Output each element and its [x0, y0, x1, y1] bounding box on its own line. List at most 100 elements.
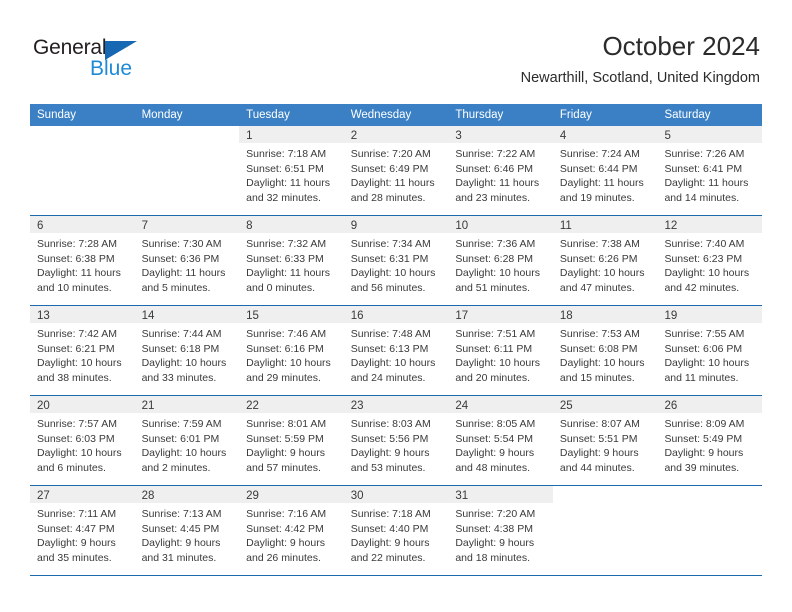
- date-number: 28: [141, 490, 155, 502]
- date-number: 10: [455, 220, 469, 232]
- day-cell[interactable]: 28 Sunrise: 7:13 AM Sunset: 4:45 PM Dayl…: [134, 486, 240, 575]
- daylight-line-1: Daylight: 10 hours: [664, 267, 750, 280]
- day-cell[interactable]: 7 Sunrise: 7:30 AM Sunset: 6:36 PM Dayli…: [134, 216, 240, 305]
- general-blue-logo[interactable]: General Blue: [33, 36, 203, 84]
- day-details: Sunrise: 7:55 AM Sunset: 6:06 PM Dayligh…: [657, 323, 762, 385]
- day-cell[interactable]: 8 Sunrise: 7:32 AM Sunset: 6:33 PM Dayli…: [239, 216, 344, 305]
- daylight-line-2: and 2 minutes.: [141, 461, 211, 474]
- day-cell[interactable]: 24 Sunrise: 8:05 AM Sunset: 5:54 PM Dayl…: [448, 396, 553, 485]
- week-row: 27 Sunrise: 7:11 AM Sunset: 4:47 PM Dayl…: [30, 486, 763, 576]
- day-details: Sunrise: 7:18 AM Sunset: 4:40 PM Dayligh…: [344, 503, 449, 565]
- date-number: 2: [350, 130, 358, 142]
- day-details: Sunrise: 7:46 AM Sunset: 6:16 PM Dayligh…: [239, 323, 344, 385]
- date-number: 14: [141, 310, 155, 322]
- date-band: 31: [448, 486, 553, 503]
- date-number: 7: [141, 220, 148, 232]
- day-cell[interactable]: 26 Sunrise: 8:09 AM Sunset: 5:49 PM Dayl…: [657, 396, 763, 485]
- date-band: 6: [30, 216, 135, 233]
- day-cell[interactable]: [134, 126, 240, 215]
- day-cell[interactable]: 6 Sunrise: 7:28 AM Sunset: 6:38 PM Dayli…: [30, 216, 135, 305]
- sunrise-line: Sunrise: 8:03 AM: [350, 418, 431, 430]
- day-cell[interactable]: 13 Sunrise: 7:42 AM Sunset: 6:21 PM Dayl…: [30, 306, 135, 395]
- sunset-line: Sunset: 5:59 PM: [246, 432, 324, 445]
- date-band: 21: [134, 396, 240, 413]
- day-details: Sunrise: 7:44 AM Sunset: 6:18 PM Dayligh…: [135, 323, 240, 385]
- day-cell[interactable]: 18 Sunrise: 7:53 AM Sunset: 6:08 PM Dayl…: [552, 306, 658, 395]
- day-cell[interactable]: [30, 126, 135, 215]
- day-cell[interactable]: 1 Sunrise: 7:18 AM Sunset: 6:51 PM Dayli…: [239, 126, 344, 215]
- date-band: 30: [343, 486, 449, 503]
- date-band: 19: [657, 306, 763, 323]
- sunrise-line: Sunrise: 7:22 AM: [455, 148, 536, 160]
- weekday-header-saturday: Saturday: [664, 109, 711, 121]
- date-number: 13: [37, 310, 50, 322]
- daylight-line-1: Daylight: 10 hours: [350, 357, 436, 370]
- daylight-line-2: and 18 minutes.: [455, 551, 531, 564]
- daylight-line-1: Daylight: 9 hours: [455, 447, 535, 460]
- date-number: 17: [455, 310, 469, 322]
- date-band: 25: [552, 396, 658, 413]
- day-details: Sunrise: 7:26 AM Sunset: 6:41 PM Dayligh…: [657, 143, 762, 205]
- logo-text-blue: Blue: [90, 57, 133, 80]
- daylight-line-2: and 31 minutes.: [141, 551, 217, 564]
- date-band: 13: [30, 306, 135, 323]
- day-cell[interactable]: 21 Sunrise: 7:59 AM Sunset: 6:01 PM Dayl…: [134, 396, 240, 485]
- location-subtitle: Newarthill, Scotland, United Kingdom: [520, 70, 760, 86]
- daylight-line-2: and 23 minutes.: [455, 191, 531, 204]
- day-cell[interactable]: 27 Sunrise: 7:11 AM Sunset: 4:47 PM Dayl…: [30, 486, 135, 575]
- sunset-line: Sunset: 4:47 PM: [37, 522, 115, 535]
- sunset-line: Sunset: 6:21 PM: [37, 342, 115, 355]
- daylight-line-2: and 20 minutes.: [455, 371, 531, 384]
- day-cell[interactable]: 14 Sunrise: 7:44 AM Sunset: 6:18 PM Dayl…: [134, 306, 240, 395]
- daylight-line-1: Daylight: 10 hours: [559, 357, 645, 370]
- daylight-line-1: Daylight: 10 hours: [141, 357, 227, 370]
- day-cell[interactable]: 19 Sunrise: 7:55 AM Sunset: 6:06 PM Dayl…: [657, 306, 763, 395]
- date-number: 22: [246, 400, 259, 412]
- day-cell[interactable]: 17 Sunrise: 7:51 AM Sunset: 6:11 PM Dayl…: [448, 306, 553, 395]
- date-number: 11: [559, 220, 572, 232]
- date-band: 16: [343, 306, 449, 323]
- daylight-line-1: Daylight: 9 hours: [559, 447, 639, 460]
- day-cell[interactable]: 30 Sunrise: 7:18 AM Sunset: 4:40 PM Dayl…: [343, 486, 449, 575]
- day-cell[interactable]: 9 Sunrise: 7:34 AM Sunset: 6:31 PM Dayli…: [343, 216, 449, 305]
- daylight-line-1: Daylight: 10 hours: [37, 357, 122, 370]
- day-cell[interactable]: [657, 486, 763, 575]
- sunrise-line: Sunrise: 7:36 AM: [455, 238, 536, 250]
- day-cell[interactable]: 31 Sunrise: 7:20 AM Sunset: 4:38 PM Dayl…: [448, 486, 553, 575]
- sunset-line: Sunset: 6:44 PM: [559, 162, 638, 175]
- day-cell[interactable]: [552, 486, 658, 575]
- sunrise-line: Sunrise: 7:44 AM: [141, 328, 222, 340]
- day-cell[interactable]: 2 Sunrise: 7:20 AM Sunset: 6:49 PM Dayli…: [343, 126, 449, 215]
- sunrise-line: Sunrise: 7:11 AM: [37, 508, 117, 520]
- day-cell[interactable]: 10 Sunrise: 7:36 AM Sunset: 6:28 PM Dayl…: [448, 216, 553, 305]
- daylight-line-1: Daylight: 9 hours: [350, 447, 430, 460]
- date-number: 9: [350, 220, 358, 232]
- day-cell[interactable]: 3 Sunrise: 7:22 AM Sunset: 6:46 PM Dayli…: [448, 126, 553, 215]
- daylight-line-1: Daylight: 9 hours: [141, 537, 221, 550]
- date-band: 11: [552, 216, 658, 233]
- sunrise-line: Sunrise: 7:38 AM: [559, 238, 640, 250]
- day-details: Sunrise: 7:20 AM Sunset: 6:49 PM Dayligh…: [344, 143, 449, 205]
- day-cell[interactable]: 25 Sunrise: 8:07 AM Sunset: 5:51 PM Dayl…: [552, 396, 658, 485]
- date-number: 1: [246, 130, 253, 142]
- daylight-line-2: and 48 minutes.: [455, 461, 531, 474]
- day-cell[interactable]: 11 Sunrise: 7:38 AM Sunset: 6:26 PM Dayl…: [552, 216, 658, 305]
- sunset-line: Sunset: 6:36 PM: [141, 252, 220, 265]
- daylight-line-2: and 24 minutes.: [350, 371, 426, 384]
- sunset-line: Sunset: 6:11 PM: [455, 342, 533, 355]
- day-cell[interactable]: 16 Sunrise: 7:48 AM Sunset: 6:13 PM Dayl…: [343, 306, 449, 395]
- day-details: Sunrise: 7:51 AM Sunset: 6:11 PM Dayligh…: [448, 323, 553, 385]
- daylight-line-1: Daylight: 10 hours: [37, 447, 122, 460]
- day-cell[interactable]: 22 Sunrise: 8:01 AM Sunset: 5:59 PM Dayl…: [239, 396, 344, 485]
- day-cell[interactable]: 15 Sunrise: 7:46 AM Sunset: 6:16 PM Dayl…: [239, 306, 344, 395]
- day-cell[interactable]: 29 Sunrise: 7:16 AM Sunset: 4:42 PM Dayl…: [239, 486, 344, 575]
- day-cell[interactable]: 20 Sunrise: 7:57 AM Sunset: 6:03 PM Dayl…: [30, 396, 135, 485]
- sunset-line: Sunset: 4:45 PM: [141, 522, 220, 535]
- day-cell[interactable]: 12 Sunrise: 7:40 AM Sunset: 6:23 PM Dayl…: [657, 216, 763, 305]
- date-number: 27: [37, 490, 50, 502]
- day-cell[interactable]: 5 Sunrise: 7:26 AM Sunset: 6:41 PM Dayli…: [657, 126, 763, 215]
- day-details: Sunrise: 8:03 AM Sunset: 5:56 PM Dayligh…: [344, 413, 449, 475]
- day-cell[interactable]: 23 Sunrise: 8:03 AM Sunset: 5:56 PM Dayl…: [343, 396, 449, 485]
- day-details: Sunrise: 7:30 AM Sunset: 6:36 PM Dayligh…: [135, 233, 240, 295]
- day-cell[interactable]: 4 Sunrise: 7:24 AM Sunset: 6:44 PM Dayli…: [552, 126, 658, 215]
